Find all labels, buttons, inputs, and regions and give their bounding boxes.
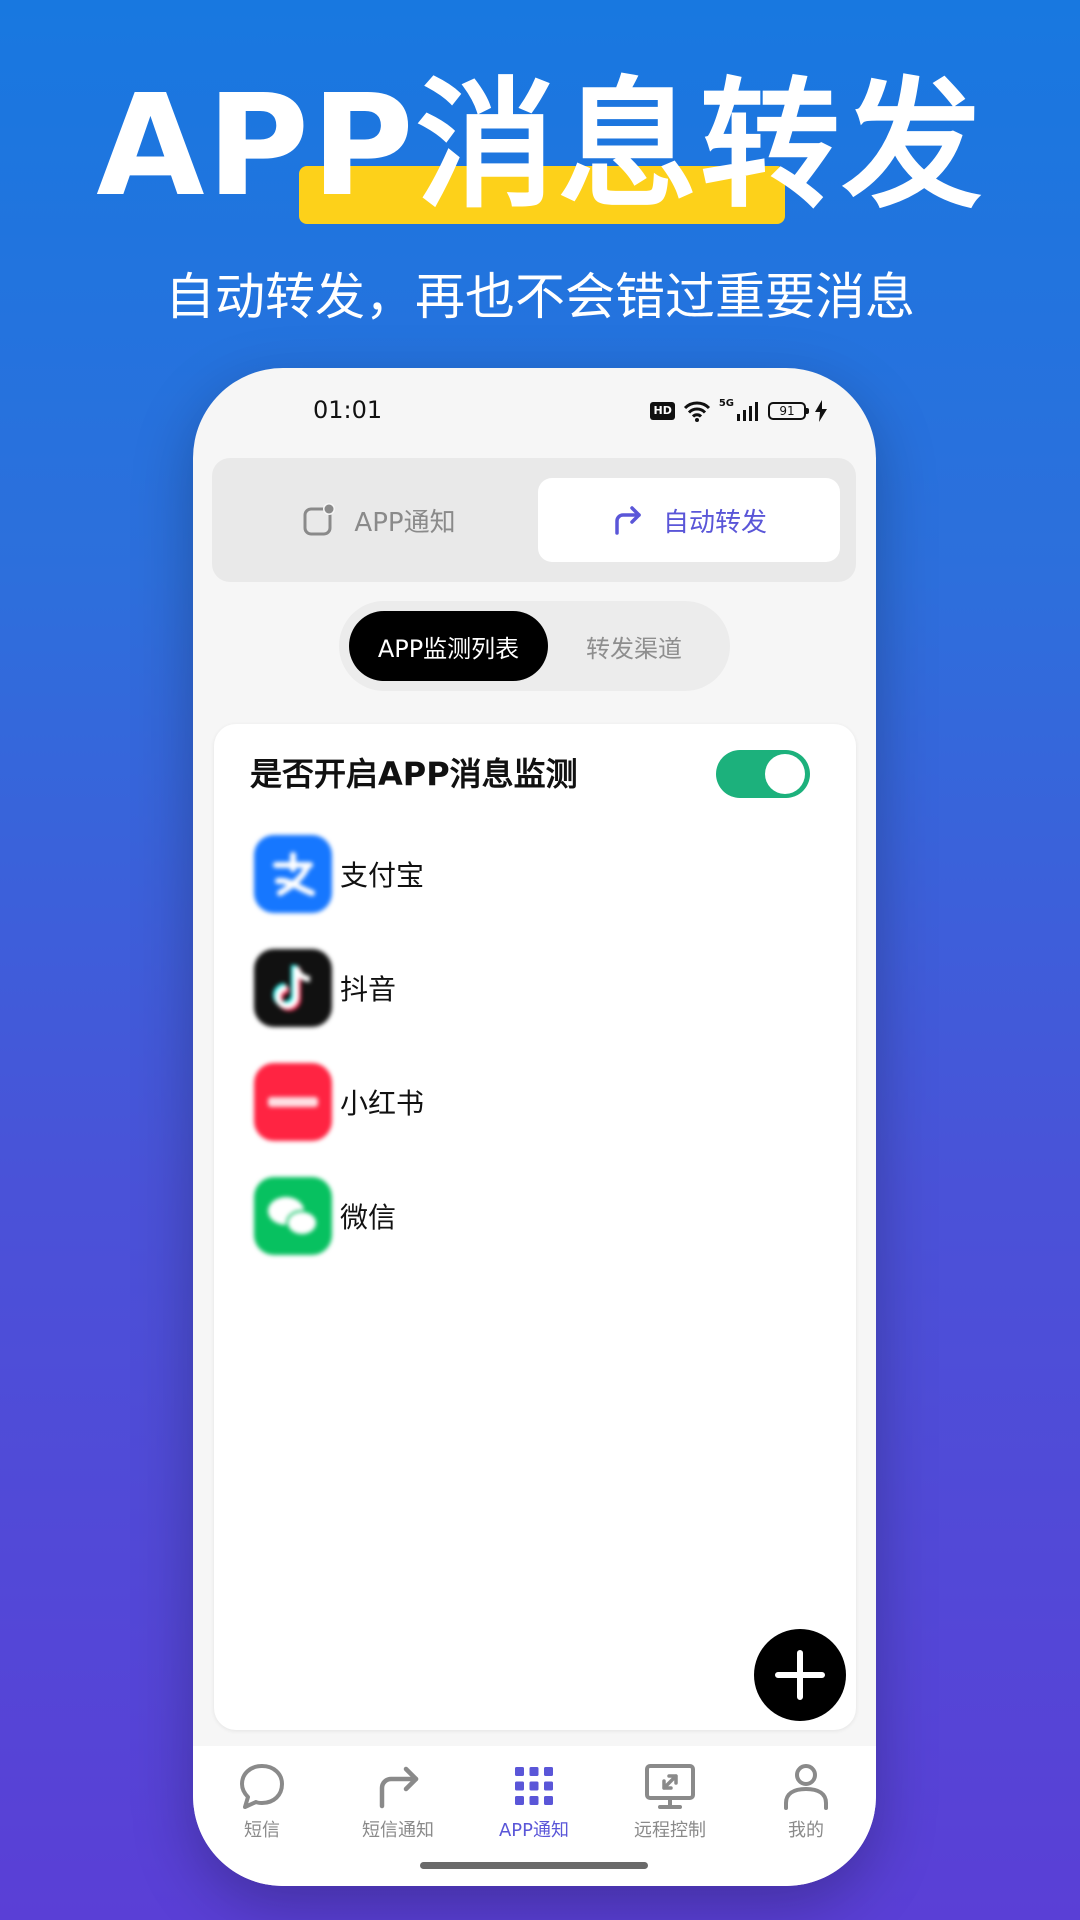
tab-forward-channels[interactable]: 转发渠道: [548, 611, 720, 681]
list-item-wechat[interactable]: 微信: [254, 1176, 814, 1256]
notification-badge-icon: [303, 503, 336, 536]
nav-label: 我的: [788, 1820, 824, 1841]
user-icon: [784, 1764, 828, 1810]
plus-icon: [775, 1650, 825, 1700]
phone-frame: 01:01 HD 5G 91 APP通知 自动转发 APP监测列表 转发渠道 是…: [193, 368, 876, 1886]
chat-bubble-icon: [240, 1764, 284, 1809]
monitor-toggle[interactable]: [716, 750, 810, 798]
sub-segmented-tabs: APP监测列表 转发渠道: [339, 601, 730, 691]
tab-app-notification[interactable]: APP通知: [228, 478, 530, 562]
add-app-button[interactable]: [754, 1629, 846, 1721]
network-5g-label: 5G: [718, 398, 734, 409]
app-label: 支付宝: [340, 859, 425, 892]
tab-auto-forward[interactable]: 自动转发: [538, 478, 840, 562]
tab-app-monitor-list[interactable]: APP监测列表: [349, 611, 548, 681]
nav-label: 短信通知: [362, 1820, 434, 1841]
forward-arrow-icon: [379, 1766, 419, 1809]
tab-auto-forward-label: 自动转发: [662, 507, 767, 538]
hd-badge: HD: [650, 402, 675, 420]
hero-subtitle: 自动转发，再也不会错过重要消息: [165, 268, 915, 326]
toggle-knob: [765, 754, 805, 794]
alipay-icon: [254, 835, 332, 913]
nav-item-mine[interactable]: 我的: [738, 1758, 874, 1858]
app-grid-icon: [515, 1767, 553, 1805]
battery-indicator: 91: [768, 402, 809, 420]
hero-title: APP消息转发: [96, 65, 984, 228]
nav-label: 短信: [244, 1820, 280, 1841]
nav-item-sms[interactable]: 短信: [194, 1758, 330, 1858]
xiaohongshu-icon: [254, 1063, 332, 1141]
wechat-icon: [254, 1177, 332, 1255]
list-item-xiaohongshu[interactable]: 小红书: [254, 1062, 814, 1142]
list-item-alipay[interactable]: 支付宝: [254, 834, 814, 914]
nav-label: APP通知: [498, 1820, 570, 1841]
app-label: 微信: [340, 1201, 397, 1234]
app-label: 抖音: [340, 973, 397, 1006]
remote-monitor-icon: [645, 1764, 695, 1809]
douyin-icon: [254, 949, 332, 1027]
nav-label: 远程控制: [634, 1820, 706, 1841]
status-time: 01:01: [313, 396, 383, 424]
home-indicator[interactable]: [420, 1862, 648, 1869]
nav-item-app-notification[interactable]: APP通知: [466, 1758, 602, 1858]
wifi-icon: [683, 401, 710, 422]
forward-arrow-icon: [615, 506, 641, 535]
signal-icon: [737, 402, 758, 421]
list-item-douyin[interactable]: 抖音: [254, 948, 814, 1028]
app-label: 小红书: [340, 1087, 425, 1120]
top-segmented-tabs: APP通知 自动转发: [212, 458, 856, 582]
monitor-toggle-label: 是否开启APP消息监测: [250, 755, 578, 793]
hero-title-block: APP消息转发: [0, 62, 1080, 232]
status-bar: 01:01 HD 5G 91: [193, 368, 876, 458]
status-icons: HD 5G 91: [650, 398, 828, 424]
tab-app-notification-label: APP通知: [354, 507, 456, 538]
monitor-card: 是否开启APP消息监测 支付宝 抖音 小红书 微信: [214, 724, 856, 1730]
nav-item-remote-control[interactable]: 远程控制: [602, 1758, 738, 1858]
nav-item-sms-notification[interactable]: 短信通知: [330, 1758, 466, 1858]
charging-icon: [815, 400, 827, 422]
app-list: 支付宝 抖音 小红书 微信: [254, 834, 814, 1290]
